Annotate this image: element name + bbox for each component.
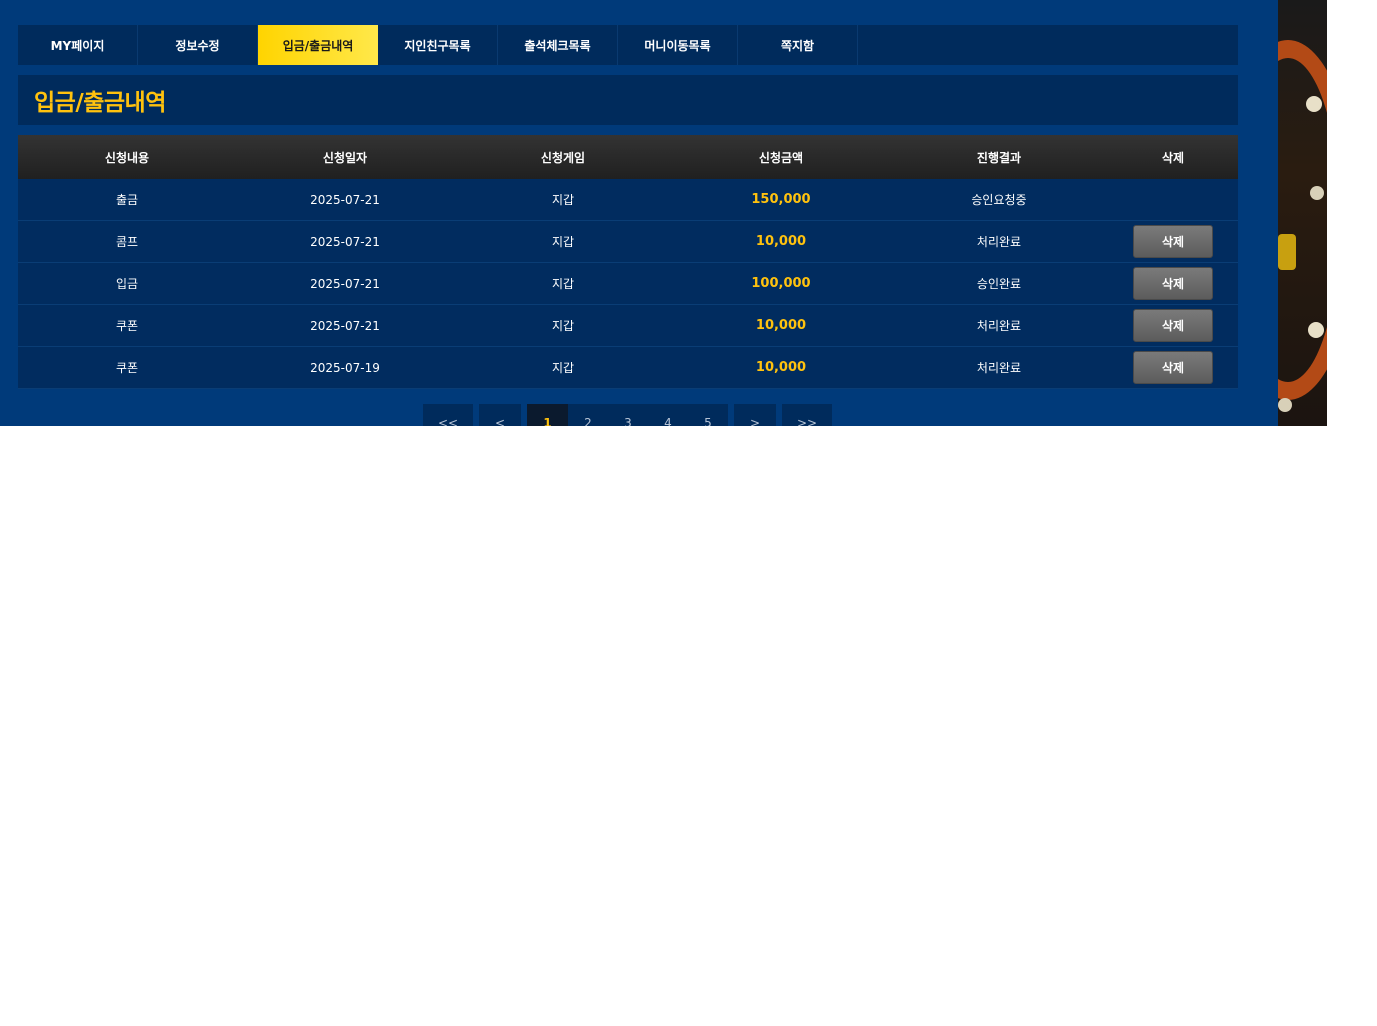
page-3-button[interactable]: 3 (608, 404, 648, 426)
cell-game: 지갑 (551, 277, 575, 291)
next-page-button[interactable]: > (734, 404, 776, 426)
header-result: 진행결과 (976, 150, 1022, 165)
cell-delete: 삭제 (1108, 267, 1238, 300)
cell-game: 지갑 (551, 361, 575, 375)
mypage-panel: MY페이지 정보수정 입금/출금내역 지인친구목록 출석체크목록 머니이동목록 … (0, 0, 1278, 426)
bulb-decoration (1310, 186, 1324, 200)
bulb-decoration (1278, 398, 1292, 412)
page-title: 입금/출금내역 (34, 90, 166, 116)
cell-status: 처리완료 (976, 319, 1022, 333)
cell-amount: 10,000 (755, 234, 807, 249)
page-2-button[interactable]: 2 (568, 404, 608, 426)
table-row: 콤프 2025-07-21 지갑 10,000 처리완료 삭제 (18, 221, 1238, 263)
decorative-wheel-background (1278, 0, 1327, 426)
cell-status: 승인완료 (976, 277, 1022, 291)
table-row: 쿠폰 2025-07-19 지갑 10,000 처리완료 삭제 (18, 347, 1238, 389)
cell-type: 쿠폰 (115, 319, 139, 333)
header-request-type: 신청내용 (104, 150, 150, 165)
wheel-marker-decoration (1278, 234, 1296, 270)
title-box: 입금/출금내역 (18, 75, 1238, 125)
pagination: << < 1 2 3 4 5 > >> (423, 404, 832, 426)
header-request-amount: 신청금액 (758, 150, 804, 165)
page-1-button[interactable]: 1 (527, 404, 568, 426)
cell-amount: 100,000 (751, 276, 811, 291)
header-delete: 삭제 (1161, 150, 1185, 165)
tab-deposit-withdraw-history[interactable]: 입금/출금내역 (258, 25, 378, 65)
tab-money-transfer-list[interactable]: 머니이동목록 (618, 25, 738, 65)
tab-mypage[interactable]: MY페이지 (18, 25, 138, 65)
delete-button[interactable]: 삭제 (1133, 267, 1213, 300)
cell-amount: 150,000 (751, 192, 811, 207)
cell-delete: 삭제 (1108, 351, 1238, 384)
cell-status: 처리완료 (976, 361, 1022, 375)
bulb-decoration (1306, 96, 1322, 112)
cell-delete: 삭제 (1108, 309, 1238, 342)
delete-button[interactable]: 삭제 (1133, 351, 1213, 384)
cell-status: 처리완료 (976, 235, 1022, 249)
cell-date: 2025-07-19 (310, 360, 380, 375)
wheel-rim-decoration (1278, 40, 1327, 400)
mypage-tabs: MY페이지 정보수정 입금/출금내역 지인친구목록 출석체크목록 머니이동목록 … (18, 25, 1238, 65)
tab-messages[interactable]: 쪽지함 (738, 25, 858, 65)
last-page-button[interactable]: >> (782, 404, 832, 426)
cell-delete: 삭제 (1108, 225, 1238, 258)
cell-game: 지갑 (551, 235, 575, 249)
first-page-button[interactable]: << (423, 404, 473, 426)
cell-type: 콤프 (115, 235, 139, 249)
cell-game: 지갑 (551, 193, 575, 207)
cell-date: 2025-07-21 (310, 192, 380, 207)
viewport: MY페이지 정보수정 입금/출금내역 지인친구목록 출석체크목록 머니이동목록 … (0, 0, 1327, 426)
prev-page-button[interactable]: < (479, 404, 521, 426)
tab-friend-list[interactable]: 지인친구목록 (378, 25, 498, 65)
cell-date: 2025-07-21 (310, 318, 380, 333)
delete-button[interactable]: 삭제 (1133, 309, 1213, 342)
delete-button[interactable]: 삭제 (1133, 225, 1213, 258)
table-row: 출금 2025-07-21 지갑 150,000 승인요청중 (18, 179, 1238, 221)
history-table: 신청내용 신청일자 신청게임 신청금액 진행결과 삭제 출금 2025-07-2… (18, 135, 1238, 389)
cell-type: 쿠폰 (115, 361, 139, 375)
cell-status: 승인요청중 (971, 193, 1027, 207)
cell-date: 2025-07-21 (310, 276, 380, 291)
bulb-decoration (1308, 322, 1324, 338)
tab-edit-info[interactable]: 정보수정 (138, 25, 258, 65)
table-row: 쿠폰 2025-07-21 지갑 10,000 처리완료 삭제 (18, 305, 1238, 347)
table-header: 신청내용 신청일자 신청게임 신청금액 진행결과 삭제 (18, 135, 1238, 179)
header-request-date: 신청일자 (322, 150, 368, 165)
header-request-game: 신청게임 (540, 150, 586, 165)
cell-amount: 10,000 (755, 318, 807, 333)
page-4-button[interactable]: 4 (648, 404, 688, 426)
table-row: 입금 2025-07-21 지갑 100,000 승인완료 삭제 (18, 263, 1238, 305)
cell-type: 출금 (115, 193, 139, 207)
cell-type: 입금 (115, 277, 139, 291)
cell-date: 2025-07-21 (310, 234, 380, 249)
tab-attendance-list[interactable]: 출석체크목록 (498, 25, 618, 65)
cell-amount: 10,000 (755, 360, 807, 375)
page-5-button[interactable]: 5 (688, 404, 728, 426)
cell-game: 지갑 (551, 319, 575, 333)
